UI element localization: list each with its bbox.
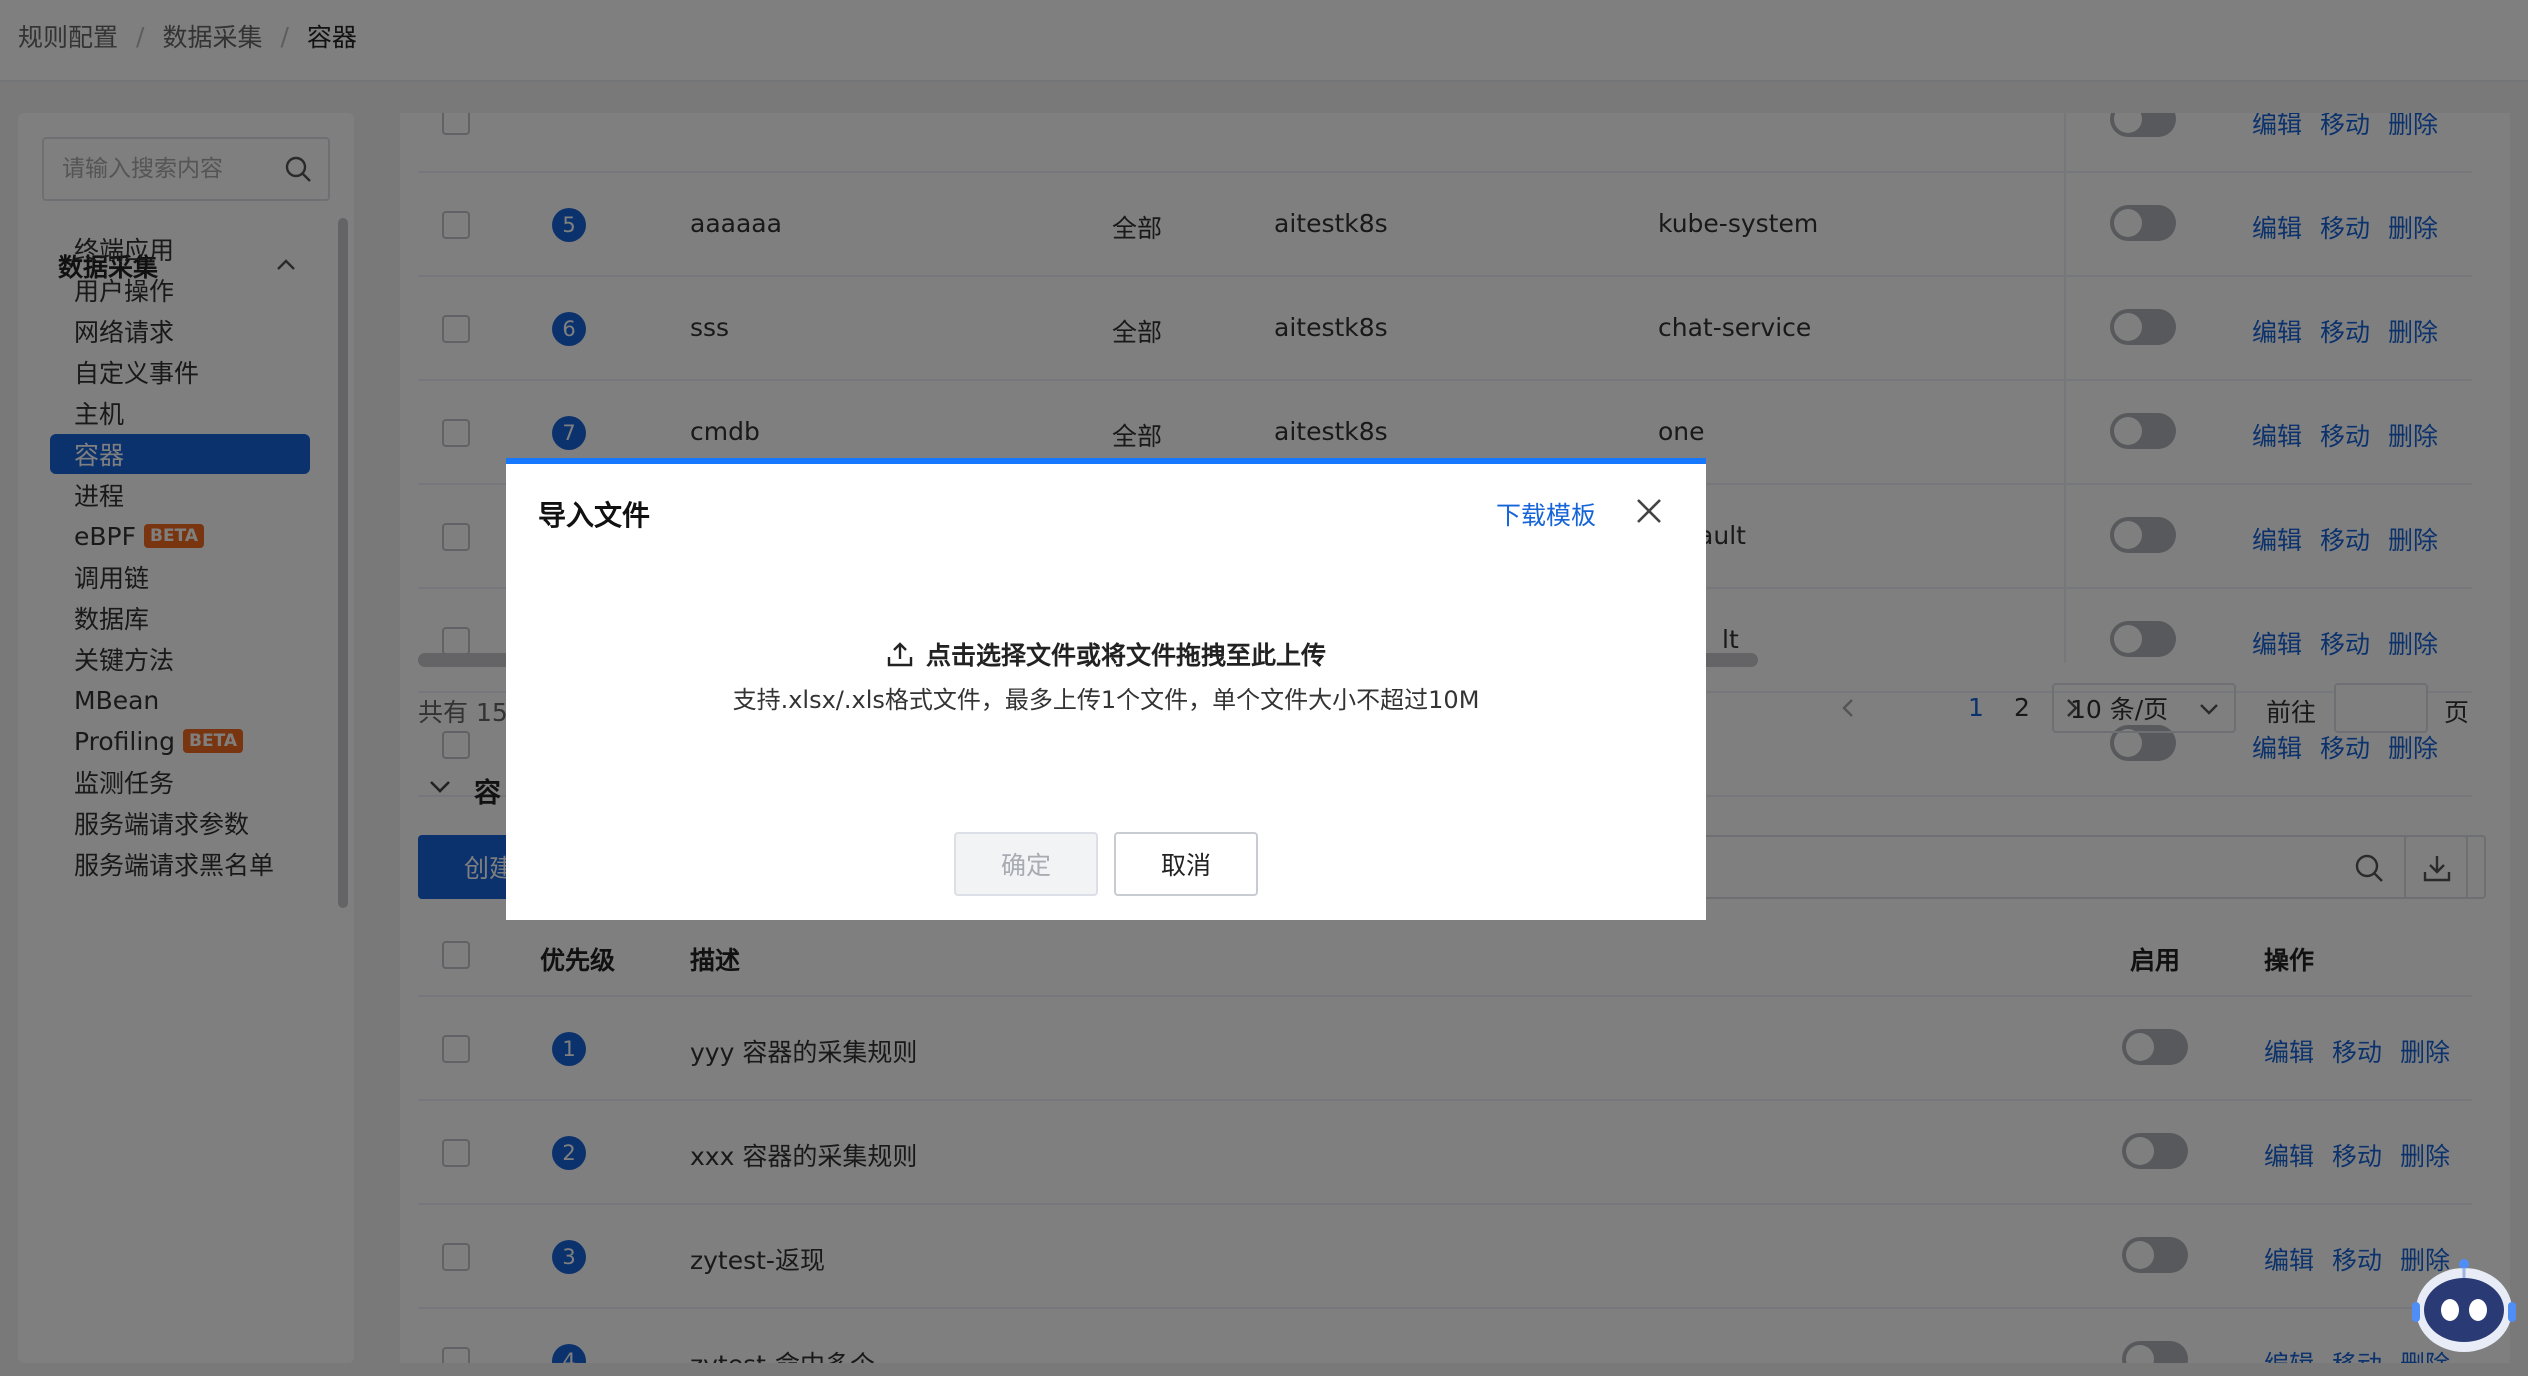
close-icon[interactable]	[1634, 496, 1664, 526]
upload-area[interactable]: 点击选择文件或将文件拖拽至此上传	[506, 636, 1706, 672]
dialog-title: 导入文件	[538, 499, 651, 532]
robot-assistant-icon[interactable]	[2410, 1250, 2518, 1358]
upload-hint: 支持.xlsx/.xls格式文件，最多上传1个文件，单个文件大小不超过10M	[732, 686, 1480, 714]
confirm-button[interactable]: 确定	[954, 832, 1098, 896]
cancel-button[interactable]: 取消	[1114, 832, 1258, 896]
download-template-link[interactable]: 下载模板	[1496, 496, 1596, 532]
upload-text: 点击选择文件或将文件拖拽至此上传	[925, 641, 1326, 670]
import-file-dialog: 导入文件 下载模板 点击选择文件或将文件拖拽至此上传 支持.xlsx/.xls格…	[506, 458, 1706, 920]
upload-icon	[887, 642, 913, 667]
